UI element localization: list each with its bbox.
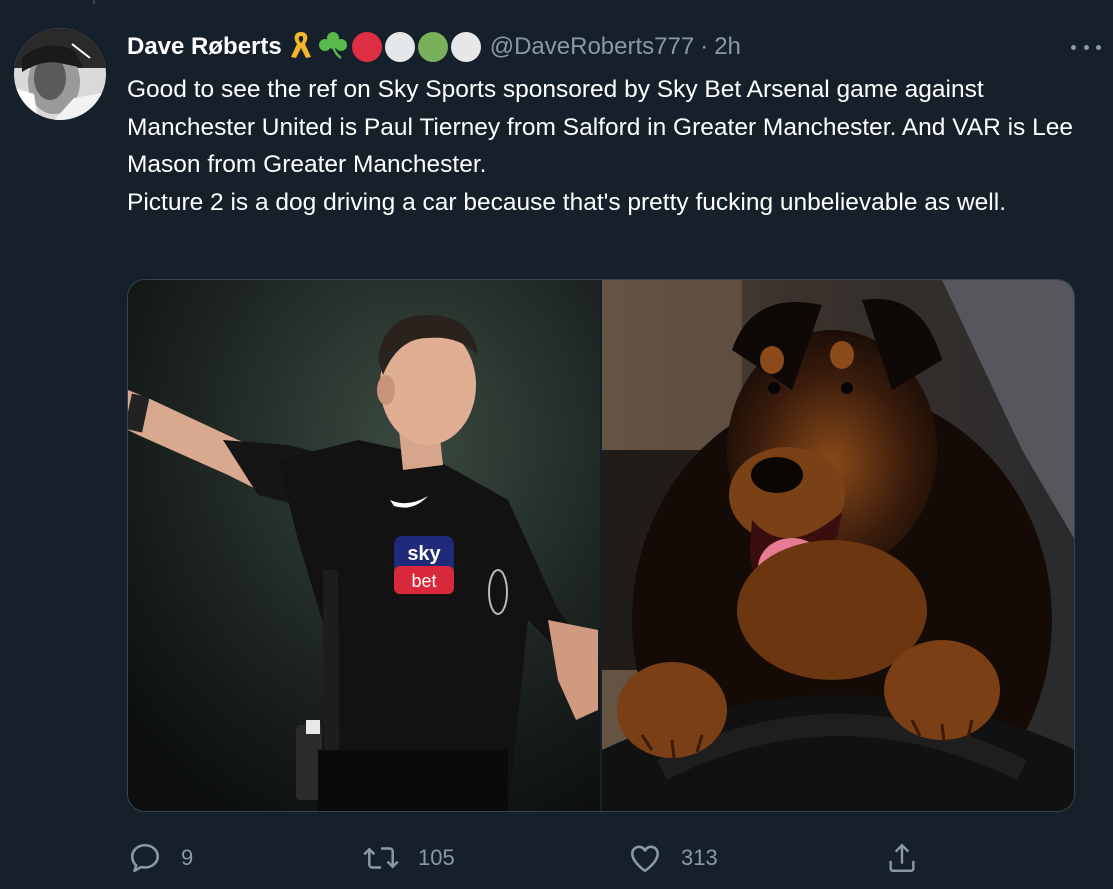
tweet[interactable]: Dave Røberts @DaveRoberts777 · 2h Good t…: [0, 0, 1113, 889]
shamrock-icon: [317, 30, 349, 65]
heart-icon: [627, 840, 663, 876]
green-circle-icon: [417, 32, 448, 62]
red-circle-icon: [351, 32, 382, 62]
like-button[interactable]: 313: [627, 838, 718, 878]
more-options-icon[interactable]: [1071, 42, 1101, 52]
white-circle-icon: [384, 32, 415, 62]
sponsor-badge-bottom: bet: [411, 571, 436, 591]
avatar[interactable]: [14, 28, 106, 120]
tweet-text-line: Picture 2 is a dog driving a car because…: [127, 188, 1006, 216]
tweet-media[interactable]: sky bet: [127, 279, 1075, 812]
retweet-icon: [362, 840, 400, 876]
reply-button[interactable]: 9: [127, 838, 193, 878]
reply-count: 9: [181, 845, 194, 870]
share-button[interactable]: [885, 838, 919, 878]
referee-photo[interactable]: sky bet: [128, 280, 600, 811]
retweet-button[interactable]: 105: [362, 838, 455, 878]
author-display-name[interactable]: Dave Røberts: [127, 33, 282, 61]
like-count: 313: [681, 845, 718, 870]
tweet-text: Good to see the ref on Sky Sports sponso…: [127, 71, 1092, 221]
share-icon: [885, 840, 919, 876]
reply-icon: [127, 840, 163, 876]
tweet-header: Dave Røberts @DaveRoberts777 · 2h: [127, 30, 1083, 64]
ribbon-icon: [288, 30, 314, 65]
tweet-text-line: Good to see the ref on Sky Sports sponso…: [127, 76, 1073, 178]
sponsor-badge-top: sky: [407, 543, 441, 565]
retweet-count: 105: [418, 845, 455, 870]
thread-line: [93, 0, 95, 4]
dog-driving-photo[interactable]: [602, 280, 1074, 811]
tweet-timestamp[interactable]: 2h: [714, 33, 741, 61]
author-handle[interactable]: @DaveRoberts777: [490, 33, 694, 61]
author-emojis: [288, 30, 481, 65]
white-circle-icon: [450, 32, 481, 62]
tweet-actions: 9 105 313: [127, 838, 927, 878]
separator-dot: ·: [700, 33, 709, 60]
